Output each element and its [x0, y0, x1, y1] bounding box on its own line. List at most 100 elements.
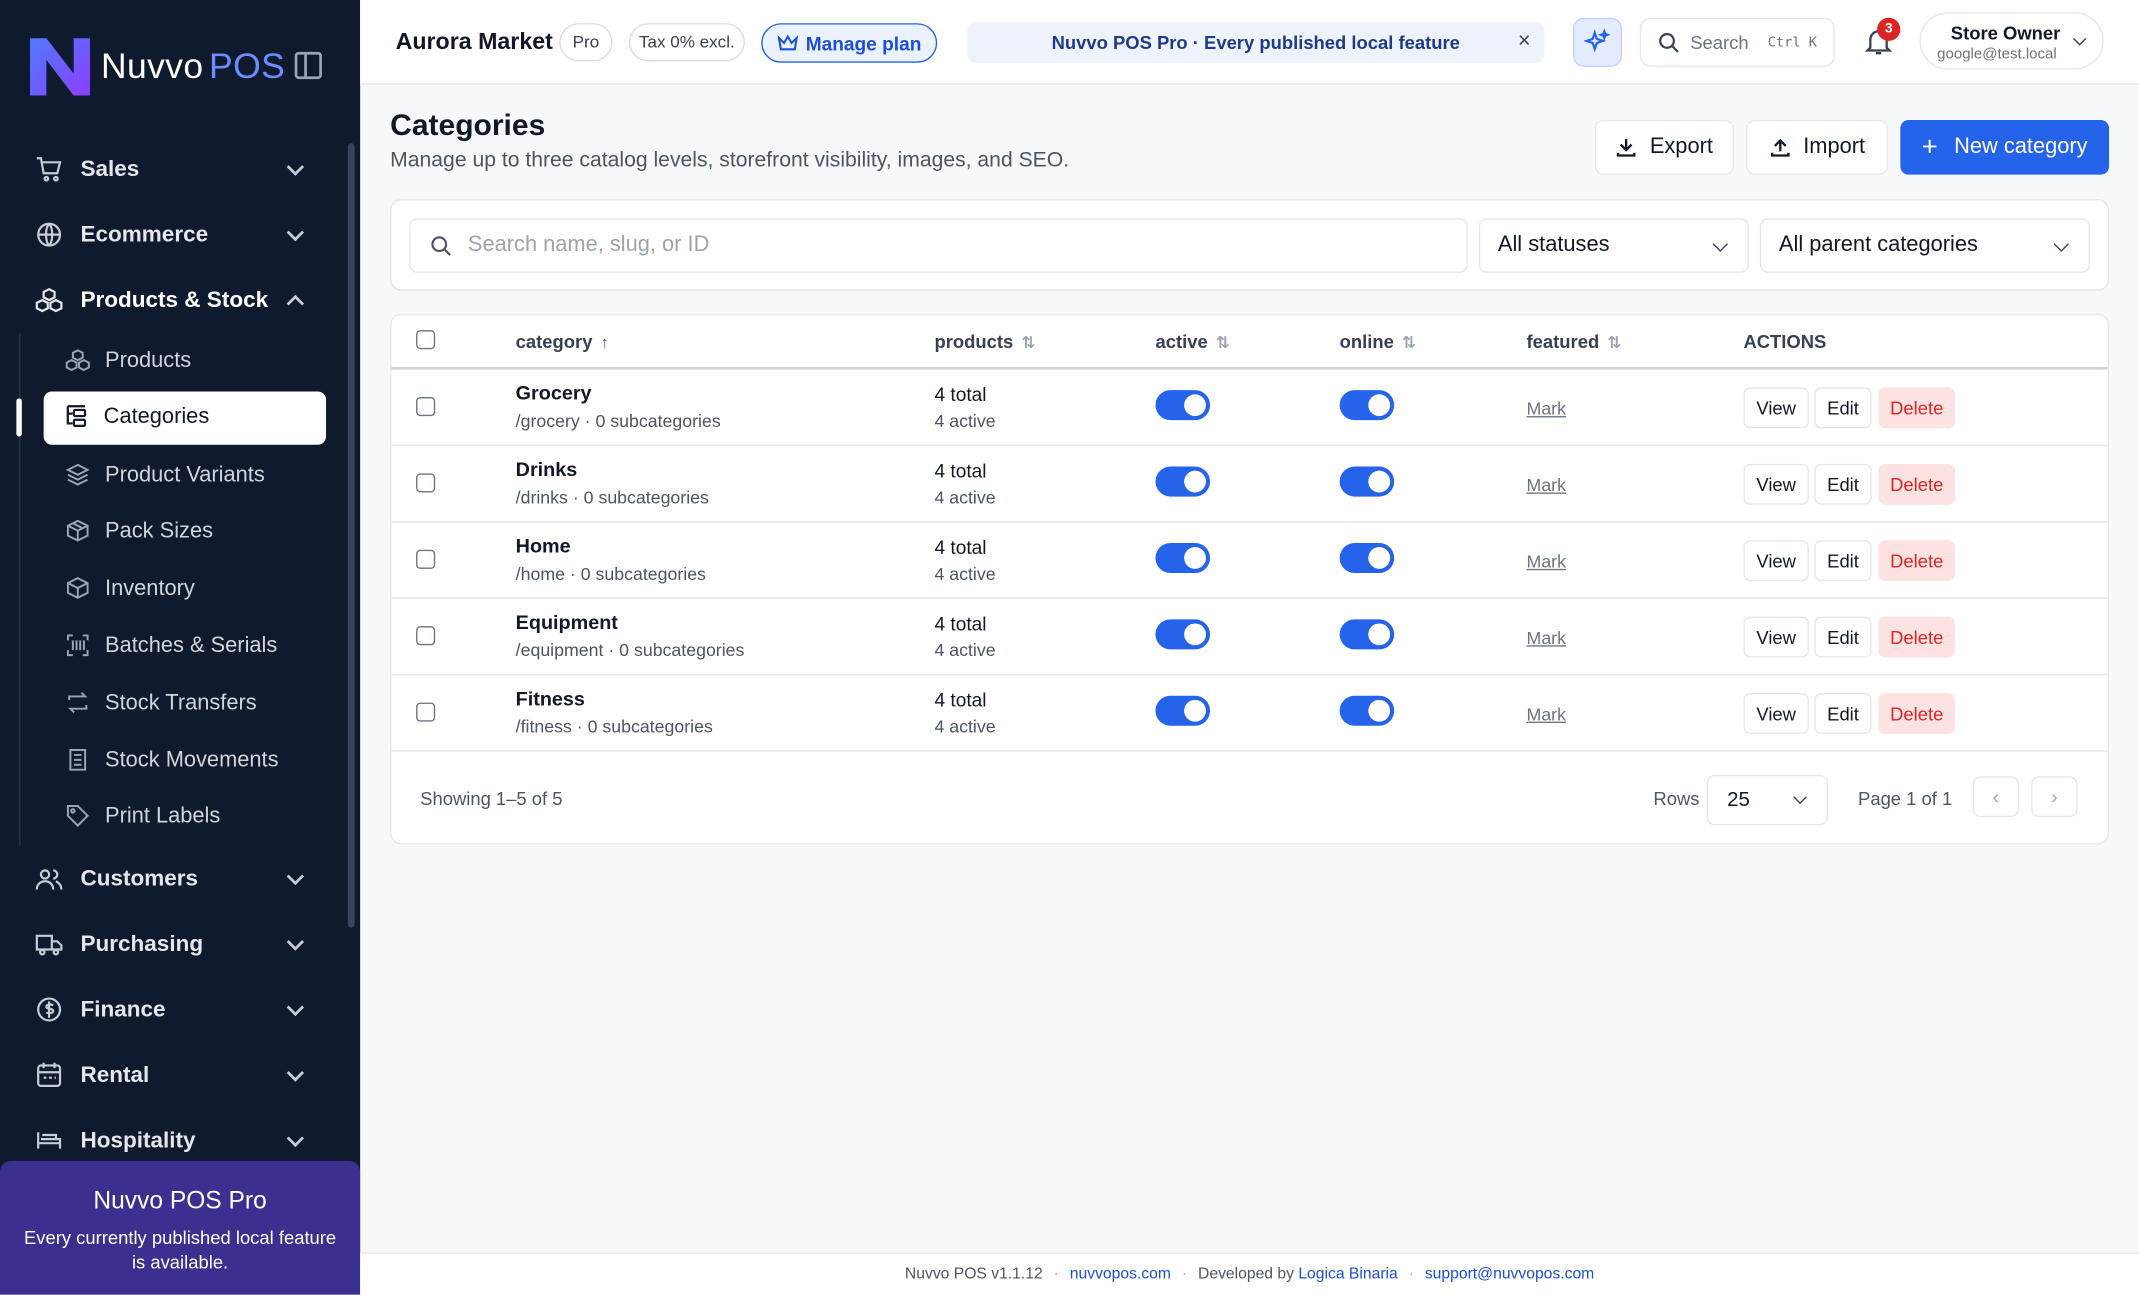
support-email-link[interactable]: support@nuvvopos.com	[1425, 1266, 1594, 1282]
sidebar-item-product-variants[interactable]: Product Variants	[20, 447, 360, 504]
edit-button[interactable]: Edit	[1814, 387, 1872, 429]
nav-group-ecommerce[interactable]: Ecommerce	[0, 202, 360, 267]
mark-featured-link[interactable]: Mark	[1527, 475, 1566, 495]
global-search[interactable]: Search Ctrl K	[1639, 17, 1835, 67]
row-checkbox[interactable]	[416, 626, 436, 646]
category-name[interactable]: Home	[516, 536, 571, 558]
sidebar-item-print-labels[interactable]: Print Labels	[20, 789, 360, 846]
delete-button[interactable]: Delete	[1878, 616, 1955, 658]
edit-button[interactable]: Edit	[1814, 463, 1872, 505]
user-menu[interactable]: Store Owner google@test.local	[1919, 12, 2104, 70]
import-button[interactable]: Import	[1746, 120, 1889, 175]
nav-group-rental[interactable]: Rental	[0, 1043, 360, 1108]
tax-badge[interactable]: Tax 0% excl.	[628, 23, 745, 62]
category-meta: /equipment · 0 subcategories	[515, 639, 745, 661]
promo-title: Nuvvo POS Pro	[93, 1186, 267, 1215]
category-search-input[interactable]: Search name, slug, or ID	[409, 218, 1468, 273]
nav-group-purchasing[interactable]: Purchasing	[0, 912, 360, 977]
mark-featured-link[interactable]: Mark	[1527, 704, 1566, 724]
status-filter-select[interactable]: All statuses	[1478, 218, 1749, 273]
parent-filter-select[interactable]: All parent categories	[1759, 218, 2090, 273]
edit-button[interactable]: Edit	[1814, 616, 1872, 658]
column-active[interactable]: active ⇅	[1155, 332, 1229, 352]
edit-button[interactable]: Edit	[1814, 693, 1872, 734]
delete-button[interactable]: Delete	[1878, 693, 1955, 734]
row-checkbox[interactable]	[416, 549, 436, 569]
sidebar-item-products[interactable]: Products	[20, 333, 360, 390]
online-toggle[interactable]	[1339, 695, 1395, 726]
delete-button[interactable]: Delete	[1878, 463, 1955, 505]
column-category[interactable]: category ↑	[516, 332, 609, 352]
view-button[interactable]: View	[1743, 387, 1809, 429]
sidebar-item-categories[interactable]: Categories	[43, 391, 327, 445]
view-button[interactable]: View	[1743, 616, 1809, 658]
developer-link[interactable]: Logica Binaria	[1298, 1266, 1397, 1282]
active-toggle[interactable]	[1155, 695, 1211, 726]
active-toggle[interactable]	[1155, 619, 1211, 650]
active-toggle[interactable]	[1155, 390, 1211, 421]
rows-per-page-value: 25	[1727, 788, 1750, 812]
category-name[interactable]: Fitness	[516, 689, 585, 711]
row-checkbox[interactable]	[416, 702, 436, 722]
online-toggle[interactable]	[1339, 542, 1395, 573]
download-icon	[1617, 139, 1636, 157]
nav-group-products-stock[interactable]: Products & Stock	[0, 267, 360, 332]
chevron-down-icon	[2072, 32, 2087, 46]
category-name[interactable]: Drinks	[516, 460, 578, 482]
nav-group-sales[interactable]: Sales	[0, 136, 360, 201]
export-button[interactable]: Export	[1594, 120, 1734, 175]
delete-button[interactable]: Delete	[1878, 387, 1955, 429]
rows-per-page-select[interactable]: 25	[1706, 774, 1829, 826]
site-link[interactable]: nuvvopos.com	[1070, 1266, 1171, 1282]
store-name[interactable]: Aurora Market	[396, 29, 553, 56]
manage-plan-button[interactable]: Manage plan	[761, 23, 938, 63]
sidebar-item-inventory[interactable]: Inventory	[20, 561, 360, 618]
new-category-button[interactable]: + New category	[1900, 120, 2110, 175]
products-total: 4 total	[934, 383, 987, 406]
active-toggle[interactable]	[1155, 466, 1211, 497]
online-toggle[interactable]	[1339, 466, 1395, 497]
column-featured[interactable]: featured ⇅	[1527, 332, 1622, 352]
row-checkbox[interactable]	[416, 473, 436, 493]
sidebar-item-pack-sizes[interactable]: Pack Sizes	[20, 504, 360, 561]
column-products[interactable]: products ⇅	[934, 332, 1035, 352]
column-online[interactable]: online ⇅	[1340, 332, 1416, 352]
cubes-icon	[35, 286, 63, 313]
row-checkbox[interactable]	[416, 396, 436, 417]
mark-featured-link[interactable]: Mark	[1527, 551, 1566, 571]
pagination-summary: Showing 1–5 of 5	[420, 788, 563, 809]
mark-featured-link[interactable]: Mark	[1527, 628, 1566, 648]
view-button[interactable]: View	[1743, 540, 1809, 582]
brand-logo[interactable]: Nuvvo POS	[27, 33, 285, 98]
chevron-up-icon	[286, 294, 305, 313]
next-page-button[interactable]: ›	[2031, 776, 2078, 818]
nav-group-customers[interactable]: Customers	[0, 846, 360, 911]
prev-page-button[interactable]: ‹	[1972, 776, 2020, 818]
bed-icon	[35, 1127, 62, 1154]
close-icon[interactable]: ×	[1518, 30, 1531, 55]
view-button[interactable]: View	[1743, 693, 1809, 734]
collapse-sidebar-icon[interactable]	[294, 51, 322, 80]
products-active: 4 active	[934, 487, 996, 508]
online-toggle[interactable]	[1339, 390, 1395, 421]
category-name[interactable]: Equipment	[516, 613, 618, 635]
sidebar-item-stock-transfers[interactable]: Stock Transfers	[20, 675, 360, 732]
nav-group-finance[interactable]: Finance	[0, 977, 360, 1042]
mark-featured-link[interactable]: Mark	[1527, 398, 1566, 418]
category-name[interactable]: Grocery	[516, 383, 592, 405]
ai-sparkle-button[interactable]	[1572, 17, 1623, 67]
edit-button[interactable]: Edit	[1814, 540, 1872, 582]
select-all-checkbox[interactable]	[416, 330, 436, 350]
online-toggle[interactable]	[1339, 619, 1395, 650]
sidebar-item-batches-serials[interactable]: Batches & Serials	[20, 618, 360, 675]
sidebar-item-stock-movements[interactable]: Stock Movements	[20, 732, 360, 789]
sidebar-scrollbar[interactable]	[347, 143, 355, 928]
promo-text: Every currently published local feature …	[23, 1227, 337, 1273]
chevron-down-icon	[286, 999, 305, 1017]
cart-icon	[35, 156, 62, 183]
calendar-icon	[35, 1062, 62, 1089]
active-toggle[interactable]	[1155, 542, 1211, 573]
chevron-left-icon: ‹	[1992, 785, 2000, 808]
view-button[interactable]: View	[1743, 463, 1809, 505]
delete-button[interactable]: Delete	[1878, 540, 1955, 582]
